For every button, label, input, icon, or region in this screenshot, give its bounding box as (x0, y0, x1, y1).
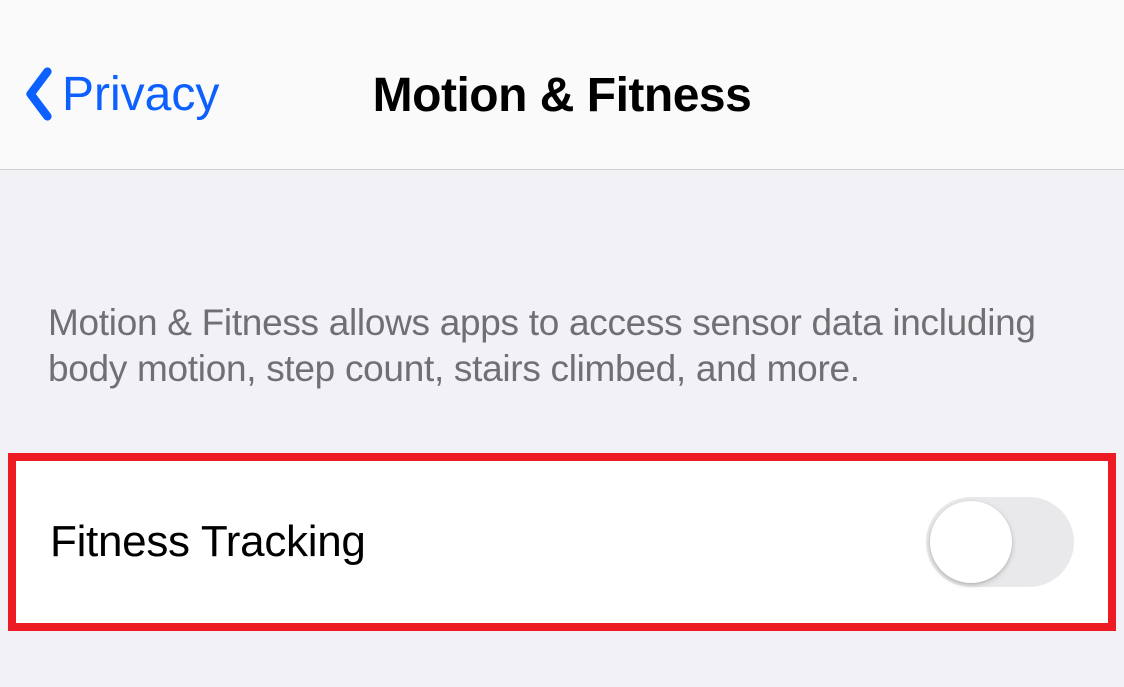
chevron-left-icon (22, 66, 56, 122)
toggle-knob (930, 501, 1012, 583)
fitness-tracking-label: Fitness Tracking (50, 517, 366, 567)
highlight-box: Fitness Tracking (8, 453, 1116, 631)
navigation-bar: Privacy Motion & Fitness (0, 0, 1124, 170)
back-button[interactable]: Privacy (22, 66, 219, 122)
section-description: Motion & Fitness allows apps to access s… (0, 170, 1124, 433)
content-area: Motion & Fitness allows apps to access s… (0, 170, 1124, 631)
fitness-tracking-row: Fitness Tracking (16, 461, 1108, 623)
back-label: Privacy (62, 67, 219, 122)
fitness-tracking-toggle[interactable] (926, 497, 1074, 587)
page-title: Motion & Fitness (373, 68, 752, 123)
